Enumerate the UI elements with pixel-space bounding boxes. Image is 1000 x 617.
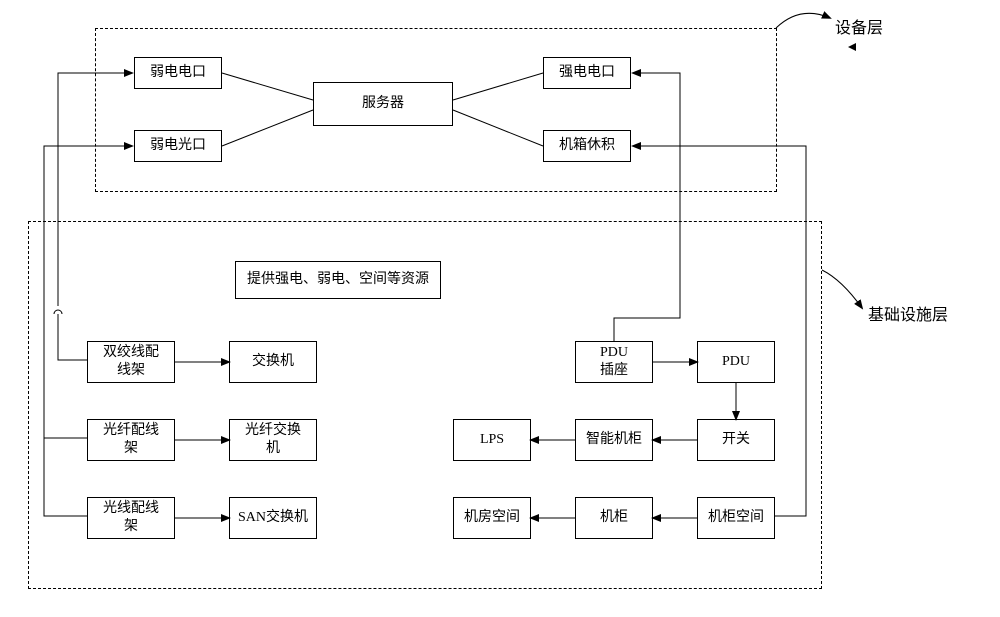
weak-optical-port: 弱电光口 (134, 130, 222, 162)
fiber-patch: 光纤配线 架 (87, 419, 175, 461)
twisted-pair-patch: 双绞线配 线架 (87, 341, 175, 383)
chassis-volume: 机箱休积 (543, 130, 631, 162)
pdu: PDU (697, 341, 775, 383)
switch: 交换机 (229, 341, 317, 383)
fiber-switch: 光纤交换 机 (229, 419, 317, 461)
infra-caption: 提供强电、弱电、空间等资源 (235, 261, 441, 299)
optical-patch: 光线配线 架 (87, 497, 175, 539)
pdu-socket: PDU 插座 (575, 341, 653, 383)
lps: LPS (453, 419, 531, 461)
cabinet-space: 机柜空间 (697, 497, 775, 539)
device-layer-label: 设备层 (835, 14, 883, 38)
weak-electric-port: 弱电电口 (134, 57, 222, 89)
room-space: 机房空间 (453, 497, 531, 539)
cabinet: 机柜 (575, 497, 653, 539)
strong-electric-port: 强电电口 (543, 57, 631, 89)
switch2: 开关 (697, 419, 775, 461)
san-switch: SAN交换机 (229, 497, 317, 539)
server: 服务器 (313, 82, 453, 126)
smart-cabinet: 智能机柜 (575, 419, 653, 461)
infra-layer-label: 基础设施层 (868, 301, 948, 325)
